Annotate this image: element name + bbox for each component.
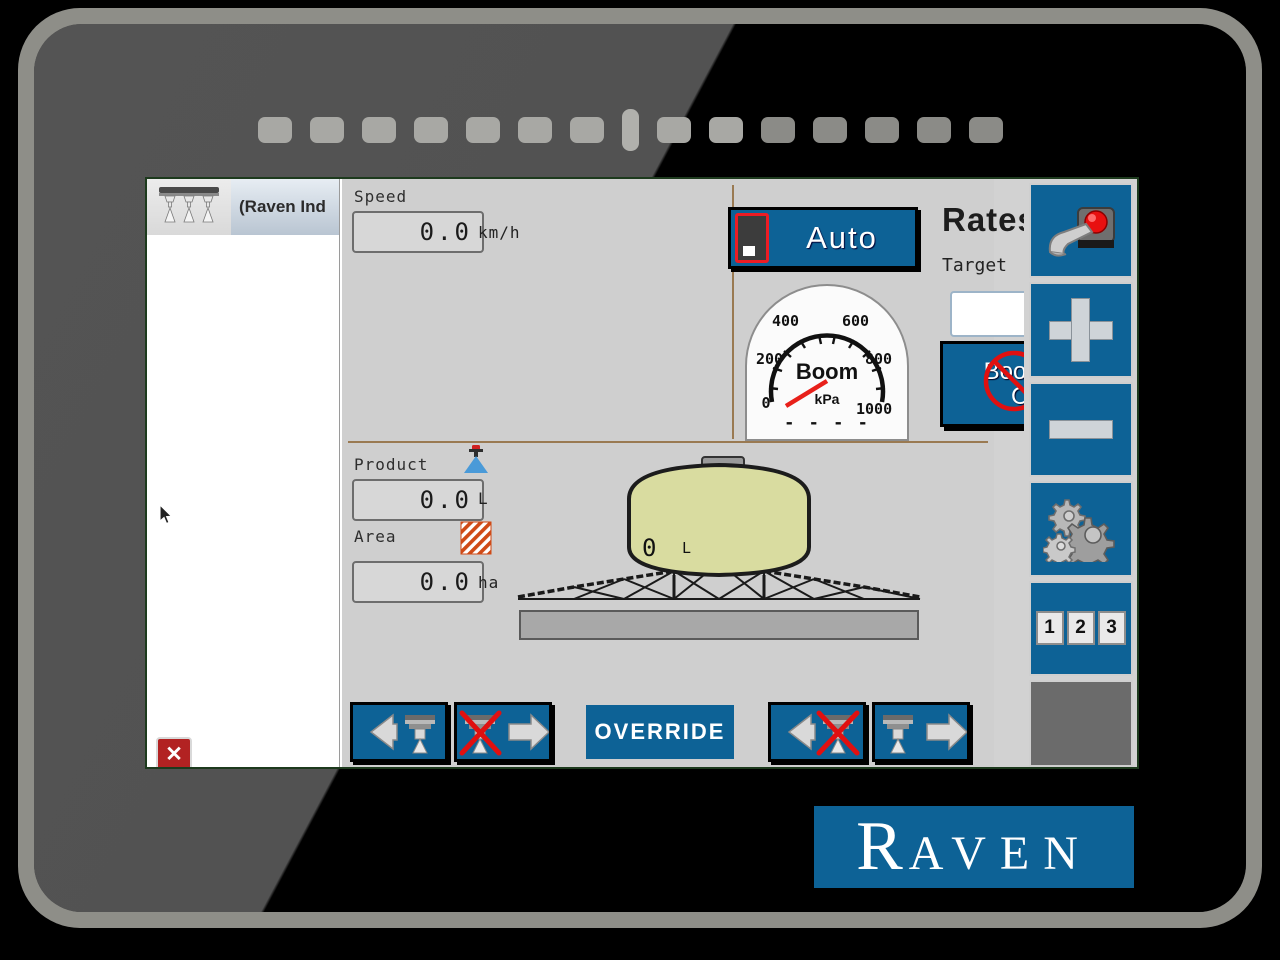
override-label: OVERRIDE [595,719,726,745]
product-label: Product [354,455,428,474]
svg-text:800: 800 [865,350,892,368]
mouse-cursor [159,504,173,526]
section-right-decrease-button[interactable] [768,702,866,762]
override-button[interactable]: OVERRIDE [586,705,734,759]
bezel-dot[interactable] [570,117,604,143]
section-right-increase-button[interactable] [872,702,970,762]
bezel-dot[interactable] [761,117,795,143]
bezel-dot[interactable] [466,117,500,143]
spray-nozzle-icon [460,445,492,475]
product-unit: L [478,489,489,508]
bezel-dot[interactable] [518,117,552,143]
area-label: Area [354,527,397,546]
minus-icon [1049,420,1113,439]
raven-brand-logo: RAVEN [814,806,1134,888]
target-label: Target [942,255,1007,276]
area-unit: ha [478,573,499,592]
empty-button[interactable] [1029,680,1133,767]
keypad-key-1: 1 [1036,611,1064,645]
main-content: Speed 0.0 km/h Auto [340,179,994,767]
hatched-area-icon [460,521,492,555]
bezel-dot[interactable] [813,117,847,143]
tank-level-unit: L [682,539,691,557]
boom-section-button-row: OVERRIDE [350,701,988,763]
keypad-key-2: 2 [1067,611,1095,645]
123-keypad-icon: 1 2 3 [1036,611,1126,645]
svg-text:200: 200 [756,350,783,368]
hand-pressing-red-button-icon [1044,200,1118,262]
plus-icon [1071,298,1090,362]
bezel-dot[interactable] [709,117,743,143]
decrease-button[interactable] [1029,382,1133,477]
section-left-increase-button[interactable] [454,702,552,762]
tank-level-value: 0 [642,534,658,562]
close-icon: ✕ [165,744,183,765]
svg-text:Boom: Boom [796,359,858,384]
bezel-dot[interactable] [310,117,344,143]
tab-label-text: (Raven Ind [239,197,326,217]
rates-title: Rates [942,201,1037,239]
bezel-dot[interactable] [917,117,951,143]
mode-auto-button[interactable]: Auto [728,207,918,269]
bezel-dot[interactable] [865,117,899,143]
area-readout[interactable]: 0.0 [352,561,484,603]
mode-auto-label: Auto [769,220,915,256]
keypad-key-3: 3 [1098,611,1126,645]
speed-unit: km/h [478,223,521,242]
svg-text:kPa: kPa [815,391,840,407]
numeric-entry-button[interactable]: 1 2 3 [1029,581,1133,676]
master-switch-button[interactable] [1029,183,1133,278]
right-toolbar: 1 2 3 [1024,179,1137,767]
bezel-dot[interactable] [969,117,1003,143]
tab-strip: (Raven Ind [147,179,339,235]
application-window: (Raven Ind ✕ Speed 0.0 km/h Auto [145,177,1139,769]
tab-settings[interactable]: (Raven Ind [231,179,339,235]
logo-initial: R [856,808,909,885]
section-left-decrease-button[interactable] [350,702,448,762]
settings-button[interactable] [1029,481,1133,576]
speed-readout[interactable]: 0.0 [352,211,484,253]
sprayer-boom-nozzles-icon [147,179,231,235]
bezel-dot[interactable] [657,117,691,143]
boom-pressure-gauge: 0 200 400 600 800 1000 Boom kPa - - - - [742,284,912,444]
gears-icon [1043,496,1119,562]
product-readout[interactable]: 0.0 [352,479,484,521]
svg-text:400: 400 [772,312,799,330]
bezel-dot[interactable] [362,117,396,143]
left-panel: (Raven Ind ✕ [147,179,340,767]
bezel-dot[interactable] [414,117,448,143]
increase-button[interactable] [1029,282,1133,377]
bezel-slot[interactable] [622,109,639,151]
speed-label: Speed [354,187,407,206]
sprayer-rig-graphic [514,439,924,654]
bezel-button-row [258,110,1078,150]
svg-text:0: 0 [761,394,770,412]
svg-text:- - - -: - - - - [784,413,870,433]
bezel-dot[interactable] [258,117,292,143]
close-button[interactable]: ✕ [156,737,192,769]
logo-rest: AVEN [909,827,1092,880]
svg-text:600: 600 [842,312,869,330]
toggle-switch-icon [735,213,769,263]
